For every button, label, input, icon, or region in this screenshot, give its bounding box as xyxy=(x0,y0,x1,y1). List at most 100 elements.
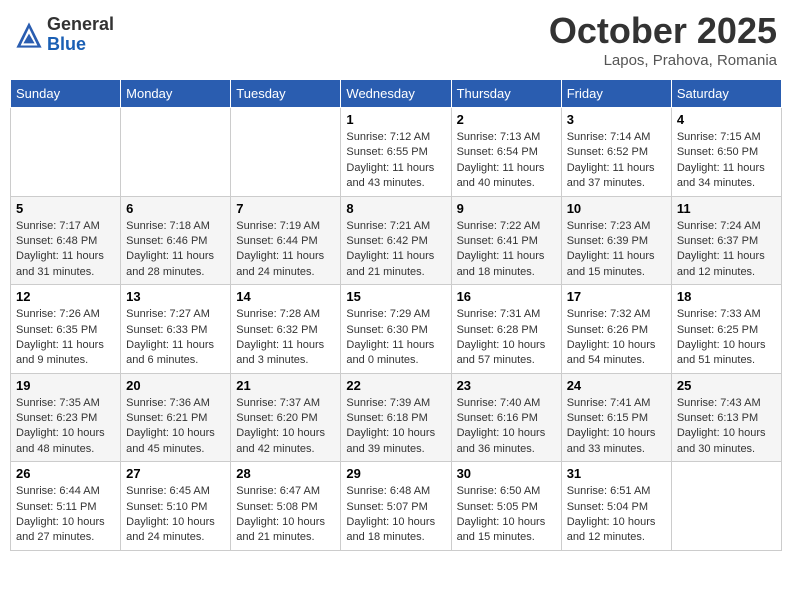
logo-icon xyxy=(15,21,43,49)
day-info-line: Sunset: 6:35 PM xyxy=(16,324,97,336)
calendar-cell: 23Sunrise: 7:40 AMSunset: 6:16 PMDayligh… xyxy=(451,373,561,462)
day-info-line: Sunset: 6:37 PM xyxy=(677,235,758,247)
logo-text: General Blue xyxy=(47,15,114,55)
calendar-week-row: 1Sunrise: 7:12 AMSunset: 6:55 PMDaylight… xyxy=(11,108,782,197)
day-info-line: Sunset: 6:15 PM xyxy=(567,412,648,424)
day-info-line: Sunrise: 6:47 AM xyxy=(236,485,320,497)
day-info-line: Sunrise: 7:41 AM xyxy=(567,397,651,409)
day-number: 12 xyxy=(16,289,115,304)
day-info: Sunrise: 7:27 AMSunset: 6:33 PMDaylight:… xyxy=(126,307,225,369)
day-info: Sunrise: 7:37 AMSunset: 6:20 PMDaylight:… xyxy=(236,396,335,458)
day-number: 13 xyxy=(126,289,225,304)
day-info-line: Sunrise: 7:19 AM xyxy=(236,220,320,232)
day-info-line: Sunrise: 6:50 AM xyxy=(457,485,541,497)
day-info-line: Daylight: 11 hours and 12 minutes. xyxy=(677,250,765,277)
day-info-line: Sunrise: 7:28 AM xyxy=(236,308,320,320)
day-info: Sunrise: 7:22 AMSunset: 6:41 PMDaylight:… xyxy=(457,219,556,281)
day-info: Sunrise: 7:31 AM Sunset: 6:28 PM Daylight:… xyxy=(457,307,556,369)
day-info-line: Daylight: 10 hours and 39 minutes. xyxy=(346,427,435,454)
day-number: 24 xyxy=(567,378,666,393)
weekday-header: Thursday xyxy=(451,80,561,108)
day-info-line: Daylight: 10 hours and 48 minutes. xyxy=(16,427,105,454)
day-info: Sunrise: 7:35 AMSunset: 6:23 PMDaylight:… xyxy=(16,396,115,458)
page-header: General Blue October 2025 Lapos, Prahova… xyxy=(10,10,782,69)
day-info: Sunrise: 7:19 AMSunset: 6:44 PMDaylight:… xyxy=(236,219,335,281)
calendar-cell: 3Sunrise: 7:14 AMSunset: 6:52 PMDaylight… xyxy=(561,108,671,197)
day-number: 11 xyxy=(677,201,776,216)
day-info-line: Sunset: 6:13 PM xyxy=(677,412,758,424)
day-info-line: Daylight: 10 hours and 12 minutes. xyxy=(567,516,656,543)
day-info-line: Sunset: 6:25 PM xyxy=(677,324,758,336)
day-info-line: Sunset: 6:39 PM xyxy=(567,235,648,247)
day-number: 25 xyxy=(677,378,776,393)
day-info-line: Sunset: 6:21 PM xyxy=(126,412,207,424)
day-info-line: Sunrise: 7:22 AM xyxy=(457,220,541,232)
calendar-cell xyxy=(11,108,121,197)
day-number: 18 xyxy=(677,289,776,304)
day-info-line: Daylight: 11 hours and 31 minutes. xyxy=(16,250,104,277)
day-info-line: Daylight: 10 hours and 33 minutes. xyxy=(567,427,656,454)
day-info-line: Daylight: 11 hours and 21 minutes. xyxy=(346,250,434,277)
day-number: 21 xyxy=(236,378,335,393)
calendar-cell xyxy=(671,462,781,551)
day-info-line: Sunrise: 6:45 AM xyxy=(126,485,210,497)
day-info-line: Daylight: 11 hours and 34 minutes. xyxy=(677,162,765,189)
day-info-line: Daylight: 11 hours and 3 minutes. xyxy=(236,339,324,366)
day-info-line: Sunrise: 7:26 AM xyxy=(16,308,100,320)
day-number: 20 xyxy=(126,378,225,393)
day-info-line: Sunset: 6:55 PM xyxy=(346,146,427,158)
day-number: 5 xyxy=(16,201,115,216)
calendar-cell: 29Sunrise: 6:48 AMSunset: 5:07 PMDayligh… xyxy=(341,462,451,551)
day-info-line: Sunset: 6:28 PM xyxy=(457,324,538,336)
day-info-line: Sunset: 6:48 PM xyxy=(16,235,97,247)
day-info-line: Sunrise: 7:24 AM xyxy=(677,220,761,232)
day-number: 17 xyxy=(567,289,666,304)
day-info-line: Sunrise: 7:39 AM xyxy=(346,397,430,409)
calendar-cell: 9Sunrise: 7:22 AMSunset: 6:41 PMDaylight… xyxy=(451,196,561,285)
day-number: 22 xyxy=(346,378,445,393)
day-info: Sunrise: 7:13 AMSunset: 6:54 PMDaylight:… xyxy=(457,130,556,192)
day-number: 26 xyxy=(16,466,115,481)
day-info: Sunrise: 7:36 AMSunset: 6:21 PMDaylight:… xyxy=(126,396,225,458)
day-info-line: Daylight: 11 hours and 6 minutes. xyxy=(126,339,214,366)
day-info-line: Sunrise: 7:33 AM xyxy=(677,308,761,320)
day-info-line: Sunset: 6:30 PM xyxy=(346,324,427,336)
calendar-week-row: 12 Sunrise: 7:26 AM Sunset: 6:35 PM Dayligh… xyxy=(11,285,782,374)
day-info: Sunrise: 7:24 AM Sunset: 6:37 PM Daylight:… xyxy=(677,219,776,281)
day-info-line: Sunrise: 7:43 AM xyxy=(677,397,761,409)
day-number: 8 xyxy=(346,201,445,216)
day-number: 3 xyxy=(567,112,666,127)
day-number: 7 xyxy=(236,201,335,216)
weekday-header: Tuesday xyxy=(231,80,341,108)
day-info: Sunrise: 7:17 AMSunset: 6:48 PMDaylight:… xyxy=(16,219,115,281)
day-info-line: Daylight: 11 hours and 43 minutes. xyxy=(346,162,434,189)
day-info-line: Sunset: 6:46 PM xyxy=(126,235,207,247)
day-info-line: Sunrise: 7:31 AM xyxy=(457,308,541,320)
day-number: 19 xyxy=(16,378,115,393)
calendar-cell: 11 Sunrise: 7:24 AM Sunset: 6:37 PM Dayligh… xyxy=(671,196,781,285)
day-info: Sunrise: 7:40 AMSunset: 6:16 PMDaylight:… xyxy=(457,396,556,458)
day-info-line: Sunrise: 7:23 AM xyxy=(567,220,651,232)
calendar-cell: 2Sunrise: 7:13 AMSunset: 6:54 PMDaylight… xyxy=(451,108,561,197)
day-info-line: Sunrise: 7:35 AM xyxy=(16,397,100,409)
calendar-cell: 12Sunrise: 7:26 AMSunset: 6:35 PMDayligh… xyxy=(11,285,121,374)
calendar-cell: 22Sunrise: 7:39 AMSunset: 6:18 PMDayligh… xyxy=(341,373,451,462)
day-info-line: Daylight: 10 hours and 30 minutes. xyxy=(677,427,766,454)
weekday-header: Saturday xyxy=(671,80,781,108)
day-number: 29 xyxy=(346,466,445,481)
month-title: October 2025 xyxy=(549,10,777,52)
day-info-line: Daylight: 10 hours and 21 minutes. xyxy=(236,516,325,543)
day-info-line: Sunset: 6:42 PM xyxy=(346,235,427,247)
day-info-line: Sunrise: 7:13 AM xyxy=(457,131,541,143)
day-info-line: Daylight: 10 hours and 27 minutes. xyxy=(16,516,105,543)
calendar-cell: 7 Sunrise: 7:19 AMSunset: 6:44 PMDaylight… xyxy=(231,196,341,285)
day-number: 30 xyxy=(457,466,556,481)
calendar-week-row: 5 Sunrise: 7:17 AMSunset: 6:48 PMDaylight… xyxy=(11,196,782,285)
day-info-line: Daylight: 11 hours and 15 minutes. xyxy=(567,250,655,277)
day-info-line: Sunset: 6:26 PM xyxy=(567,324,648,336)
calendar-cell: 1Sunrise: 7:12 AMSunset: 6:55 PMDaylight… xyxy=(341,108,451,197)
day-info-line: Sunrise: 7:12 AM xyxy=(346,131,430,143)
day-info-line: Daylight: 10 hours and 57 minutes. xyxy=(457,339,546,366)
calendar-week-row: 19 Sunrise: 7:35 AMSunset: 6:23 PMDayligh… xyxy=(11,373,782,462)
day-info-line: Daylight: 10 hours and 15 minutes. xyxy=(457,516,546,543)
